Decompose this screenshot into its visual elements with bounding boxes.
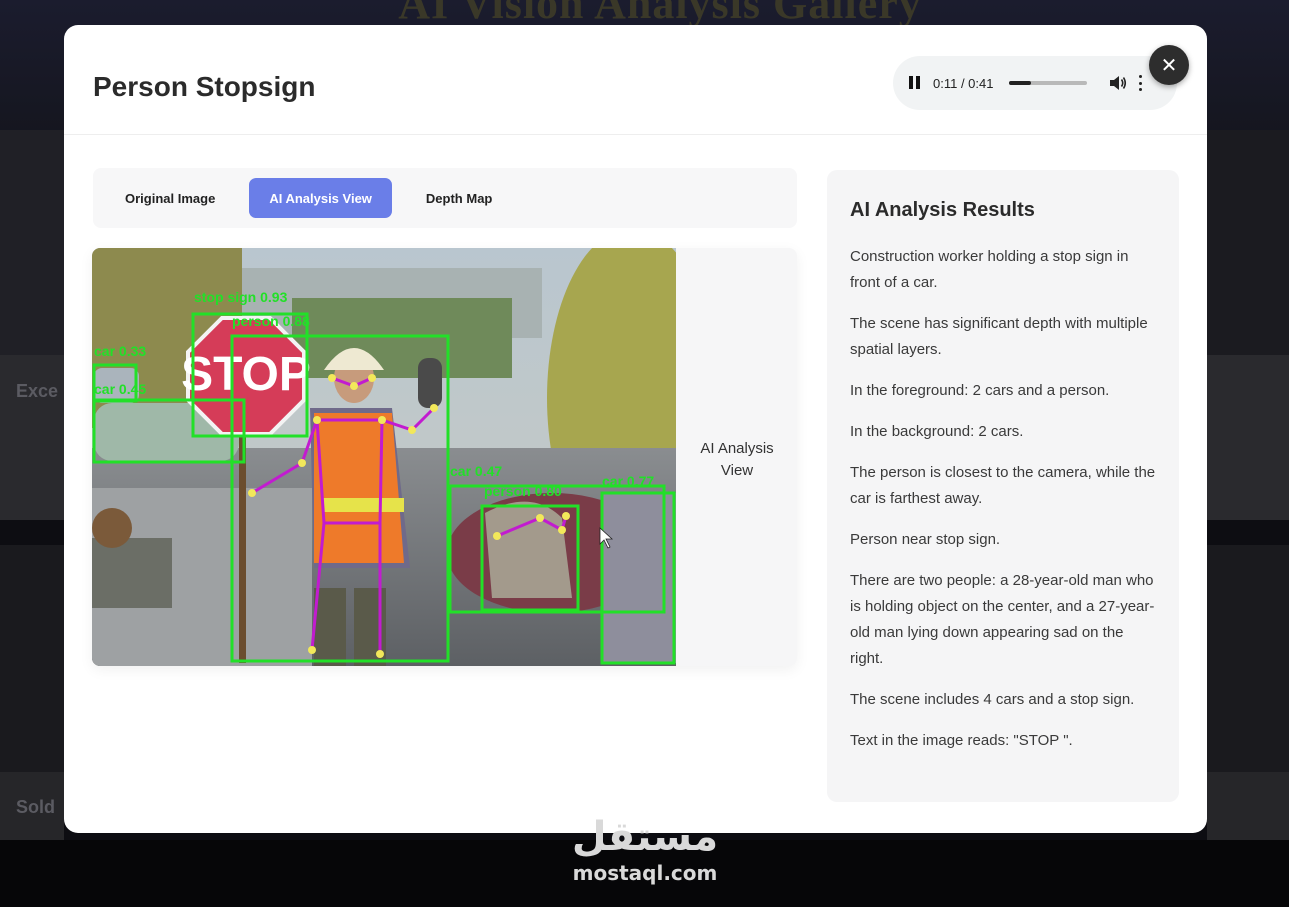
- detection-label: stop sign 0.93: [194, 289, 288, 305]
- result-item: The person is closest to the camera, whi…: [850, 464, 1156, 507]
- stop-sign-text: STOP: [181, 348, 311, 401]
- results-panel: AI Analysis Results Construction worker …: [827, 170, 1179, 802]
- pause-icon[interactable]: [909, 76, 923, 90]
- detection-label: car 0.77: [602, 473, 654, 489]
- gallery-card[interactable]: [0, 355, 64, 520]
- image-panel: STOP stop sign 0.93 person 0.88 car 0.33…: [92, 248, 797, 666]
- result-item: Construction worker holding a stop sign …: [850, 248, 1129, 291]
- detection-label: car 0.33: [94, 343, 146, 359]
- gallery-card-title: Exce: [16, 381, 59, 401]
- gallery-card[interactable]: [1207, 355, 1289, 520]
- modal-title: Person Stopsign: [93, 71, 316, 102]
- result-item: In the background: 2 cars.: [850, 423, 1024, 440]
- tab-ai-analysis-view[interactable]: AI Analysis View: [249, 178, 392, 218]
- audio-player: 0:11 / 0:41: [893, 56, 1177, 110]
- worker-vest: [314, 413, 404, 563]
- gallery-card[interactable]: [1207, 545, 1289, 775]
- worker-glove: [418, 358, 442, 408]
- tab-original-image[interactable]: Original Image: [105, 178, 235, 218]
- scene-planter: [92, 538, 172, 608]
- scene-person-face: [485, 501, 572, 598]
- audio-progress-fill: [1009, 81, 1031, 85]
- detection-label: car 0.45: [94, 381, 146, 397]
- analysis-modal: Person Stopsign 0:11 / 0:41 ✕ Original I…: [64, 25, 1207, 833]
- gallery-card[interactable]: [1207, 130, 1289, 355]
- close-icon[interactable]: ✕: [1149, 45, 1189, 85]
- gallery-card[interactable]: [0, 545, 64, 775]
- view-tabs: Original Image AI Analysis View Depth Ma…: [93, 168, 797, 228]
- modal-header: Person Stopsign 0:11 / 0:41: [64, 25, 1207, 135]
- more-vertical-icon[interactable]: [1139, 75, 1143, 91]
- worker-legs: [314, 588, 346, 666]
- result-item: Person near stop sign.: [850, 531, 1001, 548]
- audio-progress-slider[interactable]: [1009, 81, 1088, 85]
- gallery-card-title: Sold: [16, 797, 55, 817]
- detection-label: car 0.47: [450, 463, 502, 479]
- audio-time: 0:11 / 0:41: [933, 75, 994, 91]
- result-item: In the foreground: 2 cars and a person.: [850, 382, 1110, 399]
- scene-trees-far: [292, 298, 512, 378]
- detection-label: person 0.88: [232, 313, 310, 329]
- view-caption: AI Analysis View: [700, 440, 774, 479]
- analysis-image: STOP stop sign 0.93 person 0.88 car 0.33…: [92, 248, 676, 666]
- watermark: مستقل mostaql.com: [560, 815, 730, 885]
- watermark-arabic: مستقل: [571, 814, 719, 860]
- results-title: AI Analysis Results: [850, 199, 1035, 221]
- watermark-latin: mostaql.com: [572, 861, 718, 885]
- tab-depth-map[interactable]: Depth Map: [406, 178, 512, 218]
- detection-label: person 0.80: [484, 483, 562, 499]
- result-item: There are two people: a 28-year-old man …: [850, 572, 1155, 667]
- gallery-card[interactable]: [0, 130, 64, 355]
- volume-icon[interactable]: [1109, 75, 1127, 91]
- scene-shrub: [92, 508, 132, 548]
- worker-vest-stripe: [322, 498, 404, 512]
- results-list: Construction worker holding a stop sign …: [850, 244, 1160, 769]
- gallery-card[interactable]: [1207, 772, 1289, 840]
- result-item: Text in the image reads: "STOP ".: [850, 732, 1073, 749]
- result-item: The scene includes 4 cars and a stop sig…: [850, 691, 1135, 708]
- result-item: The scene has significant depth with mul…: [850, 315, 1148, 358]
